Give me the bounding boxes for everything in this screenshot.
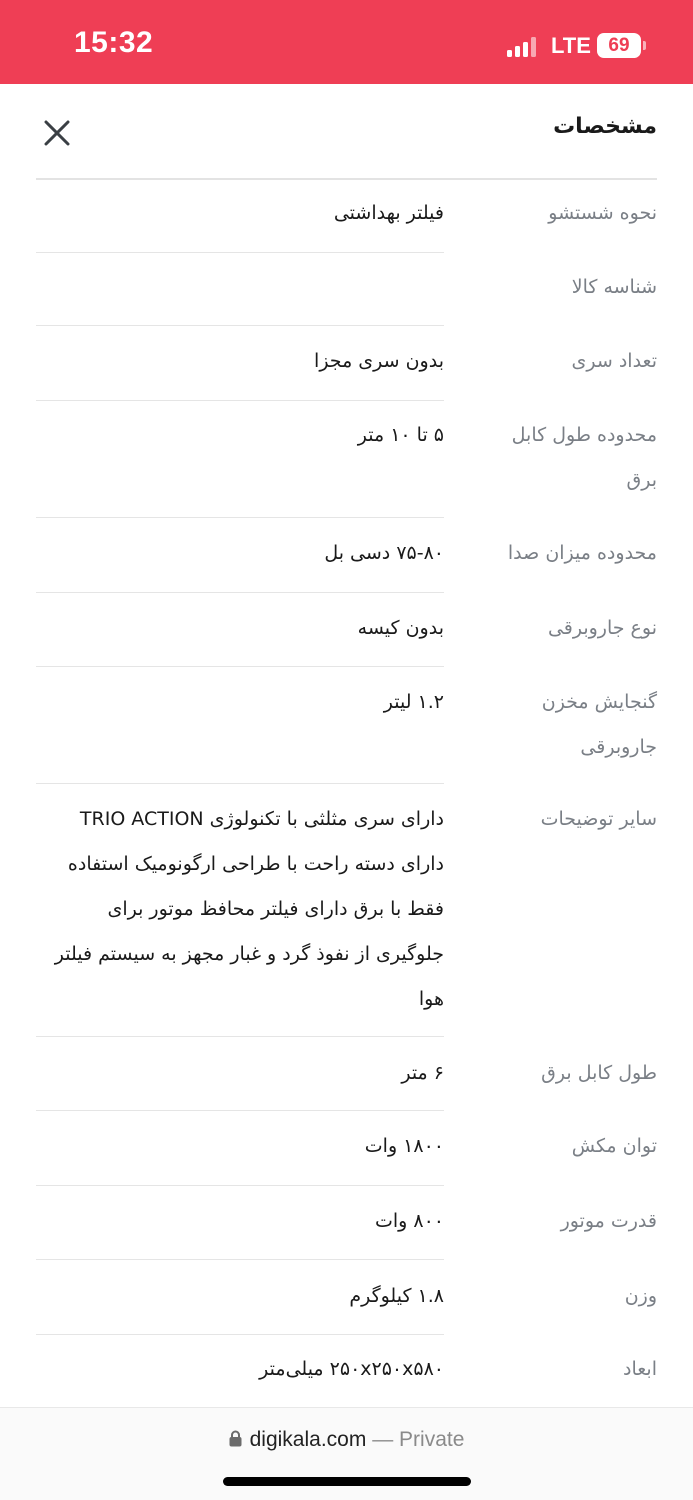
battery-tip <box>643 41 646 50</box>
spec-label: گنجایش مخزن جاروبرقی <box>541 691 657 758</box>
spec-value: ۱.۲ لیتر <box>383 691 444 713</box>
spec-row: محدوده طول کابل برق ۵ تا ۱۰ متر <box>0 401 693 518</box>
spec-row: شناسه کالا <box>0 253 693 326</box>
private-label: — Private <box>372 1428 465 1451</box>
spec-label: توان مکش <box>571 1135 657 1157</box>
status-time: 15:32 <box>74 26 154 59</box>
spec-value: بدون سری مجزا <box>314 350 444 372</box>
network-type: LTE <box>551 33 591 58</box>
home-indicator[interactable] <box>223 1477 471 1486</box>
url-host: digikala.com <box>249 1428 367 1451</box>
spec-row: سایر توضیحات دارای سری مثلثی با تکنولوژی… <box>0 784 693 1037</box>
spec-row: توان مکش ۱۸۰۰ وات <box>0 1111 693 1186</box>
close-icon <box>44 120 70 146</box>
spec-value: ۸۰۰ وات <box>374 1210 444 1232</box>
spec-label: وزن <box>624 1285 657 1307</box>
spec-label: طول کابل برق <box>541 1062 657 1084</box>
spec-value: دارای سری مثلثی با تکنولوژی TRIO ACTION … <box>54 808 444 1010</box>
spec-label: نحوه شستشو <box>548 202 657 224</box>
spec-row: نوع جاروبرقی بدون کیسه <box>0 593 693 667</box>
close-button[interactable] <box>40 116 74 150</box>
status-bar: 15:32 LTE 69 <box>0 0 693 84</box>
spec-value: ۶ متر <box>401 1062 444 1084</box>
spec-label: شناسه کالا <box>571 276 657 298</box>
spec-row: قدرت موتور ۸۰۰ وات <box>0 1186 693 1260</box>
spec-row: گنجایش مخزن جاروبرقی ۱.۲ لیتر <box>0 667 693 784</box>
url-display[interactable]: digikala.com — Private <box>0 1428 693 1452</box>
spec-label: نوع جاروبرقی <box>547 617 657 639</box>
spec-value: ۱.۸ کیلوگرم <box>349 1285 444 1307</box>
spec-row: تعداد سری بدون سری مجزا <box>0 326 693 401</box>
spec-label: محدوده میزان صدا <box>507 542 657 564</box>
spec-row: نحوه شستشو فیلتر بهداشتی <box>0 180 693 253</box>
page-title: مشخصات <box>553 114 657 139</box>
spec-row: ابعاد ۲۵۰x۲۵۰x۵۸۰ میلی‌متر <box>0 1335 693 1407</box>
spec-value: ۱۸۰۰ وات <box>364 1135 444 1157</box>
spec-value: ۷۵-۸۰ دسی بل <box>324 542 444 564</box>
spec-list: نحوه شستشو فیلتر بهداشتی شناسه کالا تعدا… <box>0 180 693 1407</box>
spec-label: ابعاد <box>623 1358 657 1380</box>
signal-icon <box>507 37 537 57</box>
spec-label: قدرت موتور <box>560 1210 657 1232</box>
spec-label: محدوده طول کابل برق <box>511 424 657 491</box>
spec-value: بدون کیسه <box>357 617 444 639</box>
spec-value: ۲۵۰x۲۵۰x۵۸۰ میلی‌متر <box>259 1358 444 1380</box>
spec-row: طول کابل برق ۶ متر <box>0 1037 693 1111</box>
spec-row: وزن ۱.۸ کیلوگرم <box>0 1260 693 1335</box>
browser-url-bar[interactable]: digikala.com — Private <box>0 1407 693 1500</box>
spec-header: مشخصات <box>0 84 693 180</box>
battery-icon: 69 <box>597 33 641 58</box>
spec-row: محدوده میزان صدا ۷۵-۸۰ دسی بل <box>0 518 693 593</box>
lock-icon <box>229 1430 242 1447</box>
spec-value: ۵ تا ۱۰ متر <box>357 424 444 446</box>
spec-value: فیلتر بهداشتی <box>333 202 444 224</box>
spec-label: تعداد سری <box>571 350 657 372</box>
spec-label: سایر توضیحات <box>540 808 657 830</box>
